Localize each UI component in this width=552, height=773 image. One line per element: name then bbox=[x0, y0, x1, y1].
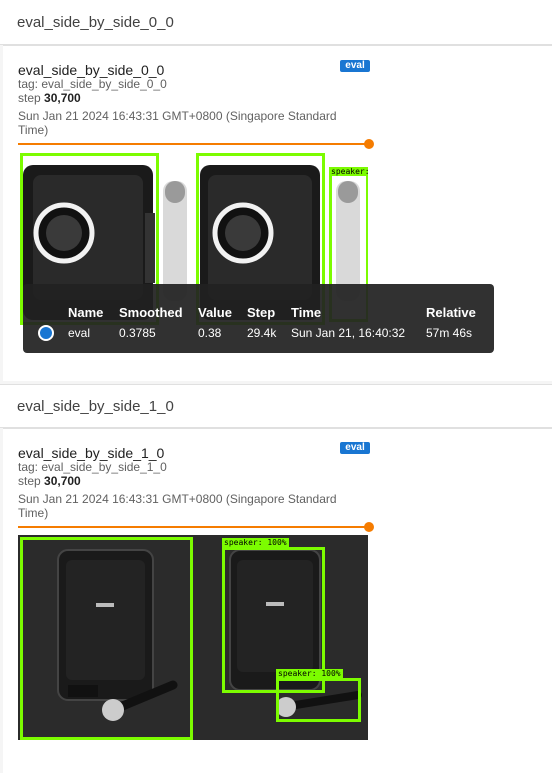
col-name: Name bbox=[68, 305, 104, 320]
row-value: 0.38 bbox=[198, 326, 222, 340]
detection-label: speaker: bbox=[329, 167, 368, 176]
slider-thumb[interactable] bbox=[364, 139, 374, 149]
slider-thumb[interactable] bbox=[364, 522, 374, 532]
row-relative: 57m 46s bbox=[426, 326, 473, 340]
image-card: eval_side_by_side_1_0 eval tag: eval_sid… bbox=[3, 428, 552, 773]
timestamp: Sun Jan 21 2024 16:43:31 GMT+0800 (Singa… bbox=[18, 109, 337, 123]
row-step: 29.4k bbox=[247, 326, 277, 340]
row-name: eval bbox=[68, 326, 91, 340]
section-header[interactable]: eval_side_by_side_1_0 bbox=[0, 384, 552, 428]
detection-box bbox=[20, 537, 193, 740]
col-step: Step bbox=[247, 305, 276, 320]
card-title: eval_side_by_side_0_0 bbox=[18, 62, 165, 78]
col-time: Time bbox=[291, 305, 322, 320]
step-slider[interactable] bbox=[18, 139, 374, 149]
col-relative: Relative bbox=[426, 305, 476, 320]
detection-box bbox=[276, 678, 361, 722]
step-label: step 30,700 bbox=[18, 91, 81, 105]
detection-label: speaker: 100% bbox=[222, 538, 289, 547]
timestamp-cont: Time) bbox=[18, 506, 49, 520]
step-slider[interactable] bbox=[18, 522, 374, 532]
timestamp-cont: Time) bbox=[18, 123, 49, 137]
detection-label: speaker: 100% bbox=[276, 669, 343, 678]
image-footer bbox=[18, 358, 368, 359]
section-title: eval_side_by_side_0_0 bbox=[17, 14, 174, 31]
section-header[interactable]: eval_side_by_side_0_0 bbox=[0, 0, 552, 45]
step-value: 30,700 bbox=[44, 91, 81, 105]
section-title: eval_side_by_side_1_0 bbox=[17, 398, 174, 415]
tag-label: tag: eval_side_by_side_1_0 bbox=[18, 460, 167, 474]
detection-image: speaker: 100% speaker: 100% bbox=[18, 535, 368, 740]
col-value: Value bbox=[198, 305, 232, 320]
run-color-dot bbox=[38, 325, 54, 341]
run-badge: eval bbox=[340, 60, 370, 72]
card-title: eval_side_by_side_1_0 bbox=[18, 445, 165, 461]
col-smoothed: Smoothed bbox=[119, 305, 183, 320]
chart-tooltip: Name Smoothed Value Step Time Relative e… bbox=[23, 284, 494, 353]
run-badge: eval bbox=[340, 442, 370, 454]
row-time: Sun Jan 21, 16:40:32 bbox=[291, 326, 406, 340]
tag-label: tag: eval_side_by_side_0_0 bbox=[18, 77, 167, 91]
timestamp: Sun Jan 21 2024 16:43:31 GMT+0800 (Singa… bbox=[18, 492, 337, 506]
step-value: 30,700 bbox=[44, 474, 81, 488]
step-label: step 30,700 bbox=[18, 474, 81, 488]
row-smoothed: 0.3785 bbox=[119, 326, 156, 340]
